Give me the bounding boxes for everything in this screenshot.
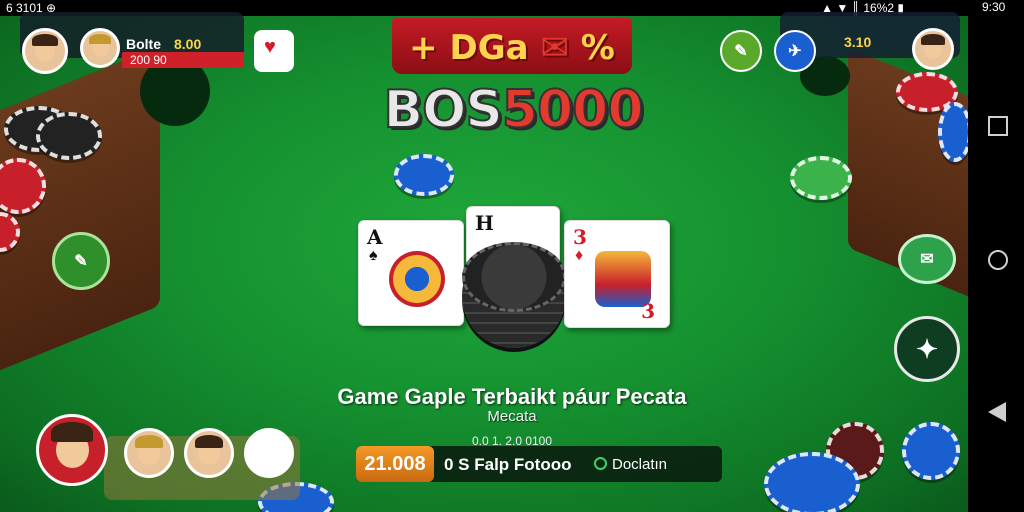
edit-button[interactable]: ✎ (720, 30, 762, 72)
pencil-icon: ✎ (734, 43, 748, 60)
opponent-amount: 3.10 (844, 34, 872, 50)
card-ace-spades[interactable]: A ♠ (358, 220, 464, 326)
chip-button[interactable] (902, 422, 960, 480)
banner-title: + DGa ✉ % (402, 28, 622, 68)
bottom-label[interactable]: 0 S Falp Fotooo (444, 455, 572, 475)
game-tagline: Game Gaple Terbaikt páur Pecata (337, 384, 687, 409)
player-avatar[interactable] (80, 28, 120, 68)
recents-button[interactable] (988, 116, 1008, 136)
card-rank: A (367, 225, 383, 249)
logo-part2: 5000 (501, 79, 645, 141)
blue-chip (394, 154, 454, 196)
plane-icon: ✈ (788, 43, 802, 60)
game-logo: BOS5000 (378, 79, 648, 141)
chat-icon: ✉ (920, 251, 934, 268)
navigate-button[interactable]: ✈ (774, 30, 816, 72)
check-circle-icon (594, 457, 607, 470)
opponent-avatar[interactable] (912, 28, 954, 70)
cards-button[interactable]: ♥ (254, 30, 294, 72)
status-time: 9:30 (982, 0, 1006, 14)
player-avatar[interactable] (36, 414, 108, 486)
blue-chip-stack (764, 452, 860, 512)
banner-suffix: % (580, 28, 615, 68)
card-rank-bottom: 3 (641, 299, 655, 323)
green-chip (790, 156, 852, 200)
bottom-status[interactable]: Doclatın (612, 456, 667, 473)
card-three-diamonds[interactable]: 3 ♦ 3 (564, 220, 670, 328)
chip-menu-icon: ✦ (916, 333, 938, 364)
pencil-icon: ✎ (74, 253, 88, 270)
black-chip-stack (36, 112, 102, 160)
banner-text: + DGa (409, 28, 529, 68)
card-rank: H (475, 211, 494, 235)
bet-bar: 200 90 (122, 52, 244, 68)
player-avatar[interactable] (22, 28, 68, 74)
diamond-icon: ♦ (575, 247, 584, 264)
chat-button[interactable]: ✉ (898, 234, 956, 284)
dice-icon[interactable] (244, 428, 294, 478)
center-chip-top (462, 242, 566, 312)
card-emblem (389, 251, 445, 307)
home-button[interactable] (988, 250, 1008, 270)
logo-part1: BOS (382, 79, 503, 141)
gift-icon: ✉ (540, 28, 569, 68)
android-nav-bar: 9:30 (968, 0, 1024, 512)
player-name: Bolte (126, 36, 161, 52)
amount-badge[interactable]: 21.008 (356, 446, 434, 482)
spade-icon: ♠ (369, 247, 378, 264)
edit-button[interactable]: ✎ (52, 232, 110, 290)
heart-icon: ♥ (264, 36, 276, 58)
player-chips: 8.00 (174, 36, 202, 52)
left-rail (0, 45, 160, 387)
blue-chip-stack (938, 102, 968, 162)
player-avatar[interactable] (184, 428, 234, 478)
back-button[interactable] (988, 402, 1006, 422)
menu-button[interactable]: ✦ (894, 316, 960, 382)
game-subtitle: Mecata (487, 408, 537, 425)
player-avatar[interactable] (124, 428, 174, 478)
card-rank: 3 (573, 225, 587, 249)
